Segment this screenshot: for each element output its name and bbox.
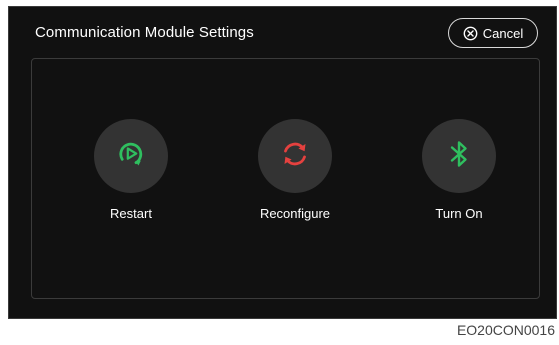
reconfigure-icon bbox=[279, 138, 311, 175]
bluetooth-icon bbox=[447, 138, 471, 175]
restart-icon bbox=[116, 139, 146, 174]
turn-on-label: Turn On bbox=[435, 206, 483, 221]
figure-code: EO20CON0016 bbox=[456, 322, 555, 338]
settings-screen: Communication Module Settings Cancel Res… bbox=[8, 6, 557, 319]
close-circle-icon bbox=[463, 26, 478, 41]
cancel-label: Cancel bbox=[482, 25, 524, 41]
restart-action[interactable]: Restart bbox=[81, 119, 181, 221]
reconfigure-button[interactable] bbox=[258, 119, 332, 193]
cancel-button[interactable]: Cancel bbox=[448, 18, 538, 48]
restart-button[interactable] bbox=[94, 119, 168, 193]
actions-panel: Restart Reconfigure Turn On bbox=[31, 58, 540, 299]
page-title: Communication Module Settings bbox=[35, 24, 254, 41]
reconfigure-label: Reconfigure bbox=[259, 206, 331, 221]
turn-on-button[interactable] bbox=[422, 119, 496, 193]
reconfigure-action[interactable]: Reconfigure bbox=[245, 119, 345, 221]
restart-label: Restart bbox=[110, 206, 152, 221]
turn-on-action[interactable]: Turn On bbox=[409, 119, 509, 221]
